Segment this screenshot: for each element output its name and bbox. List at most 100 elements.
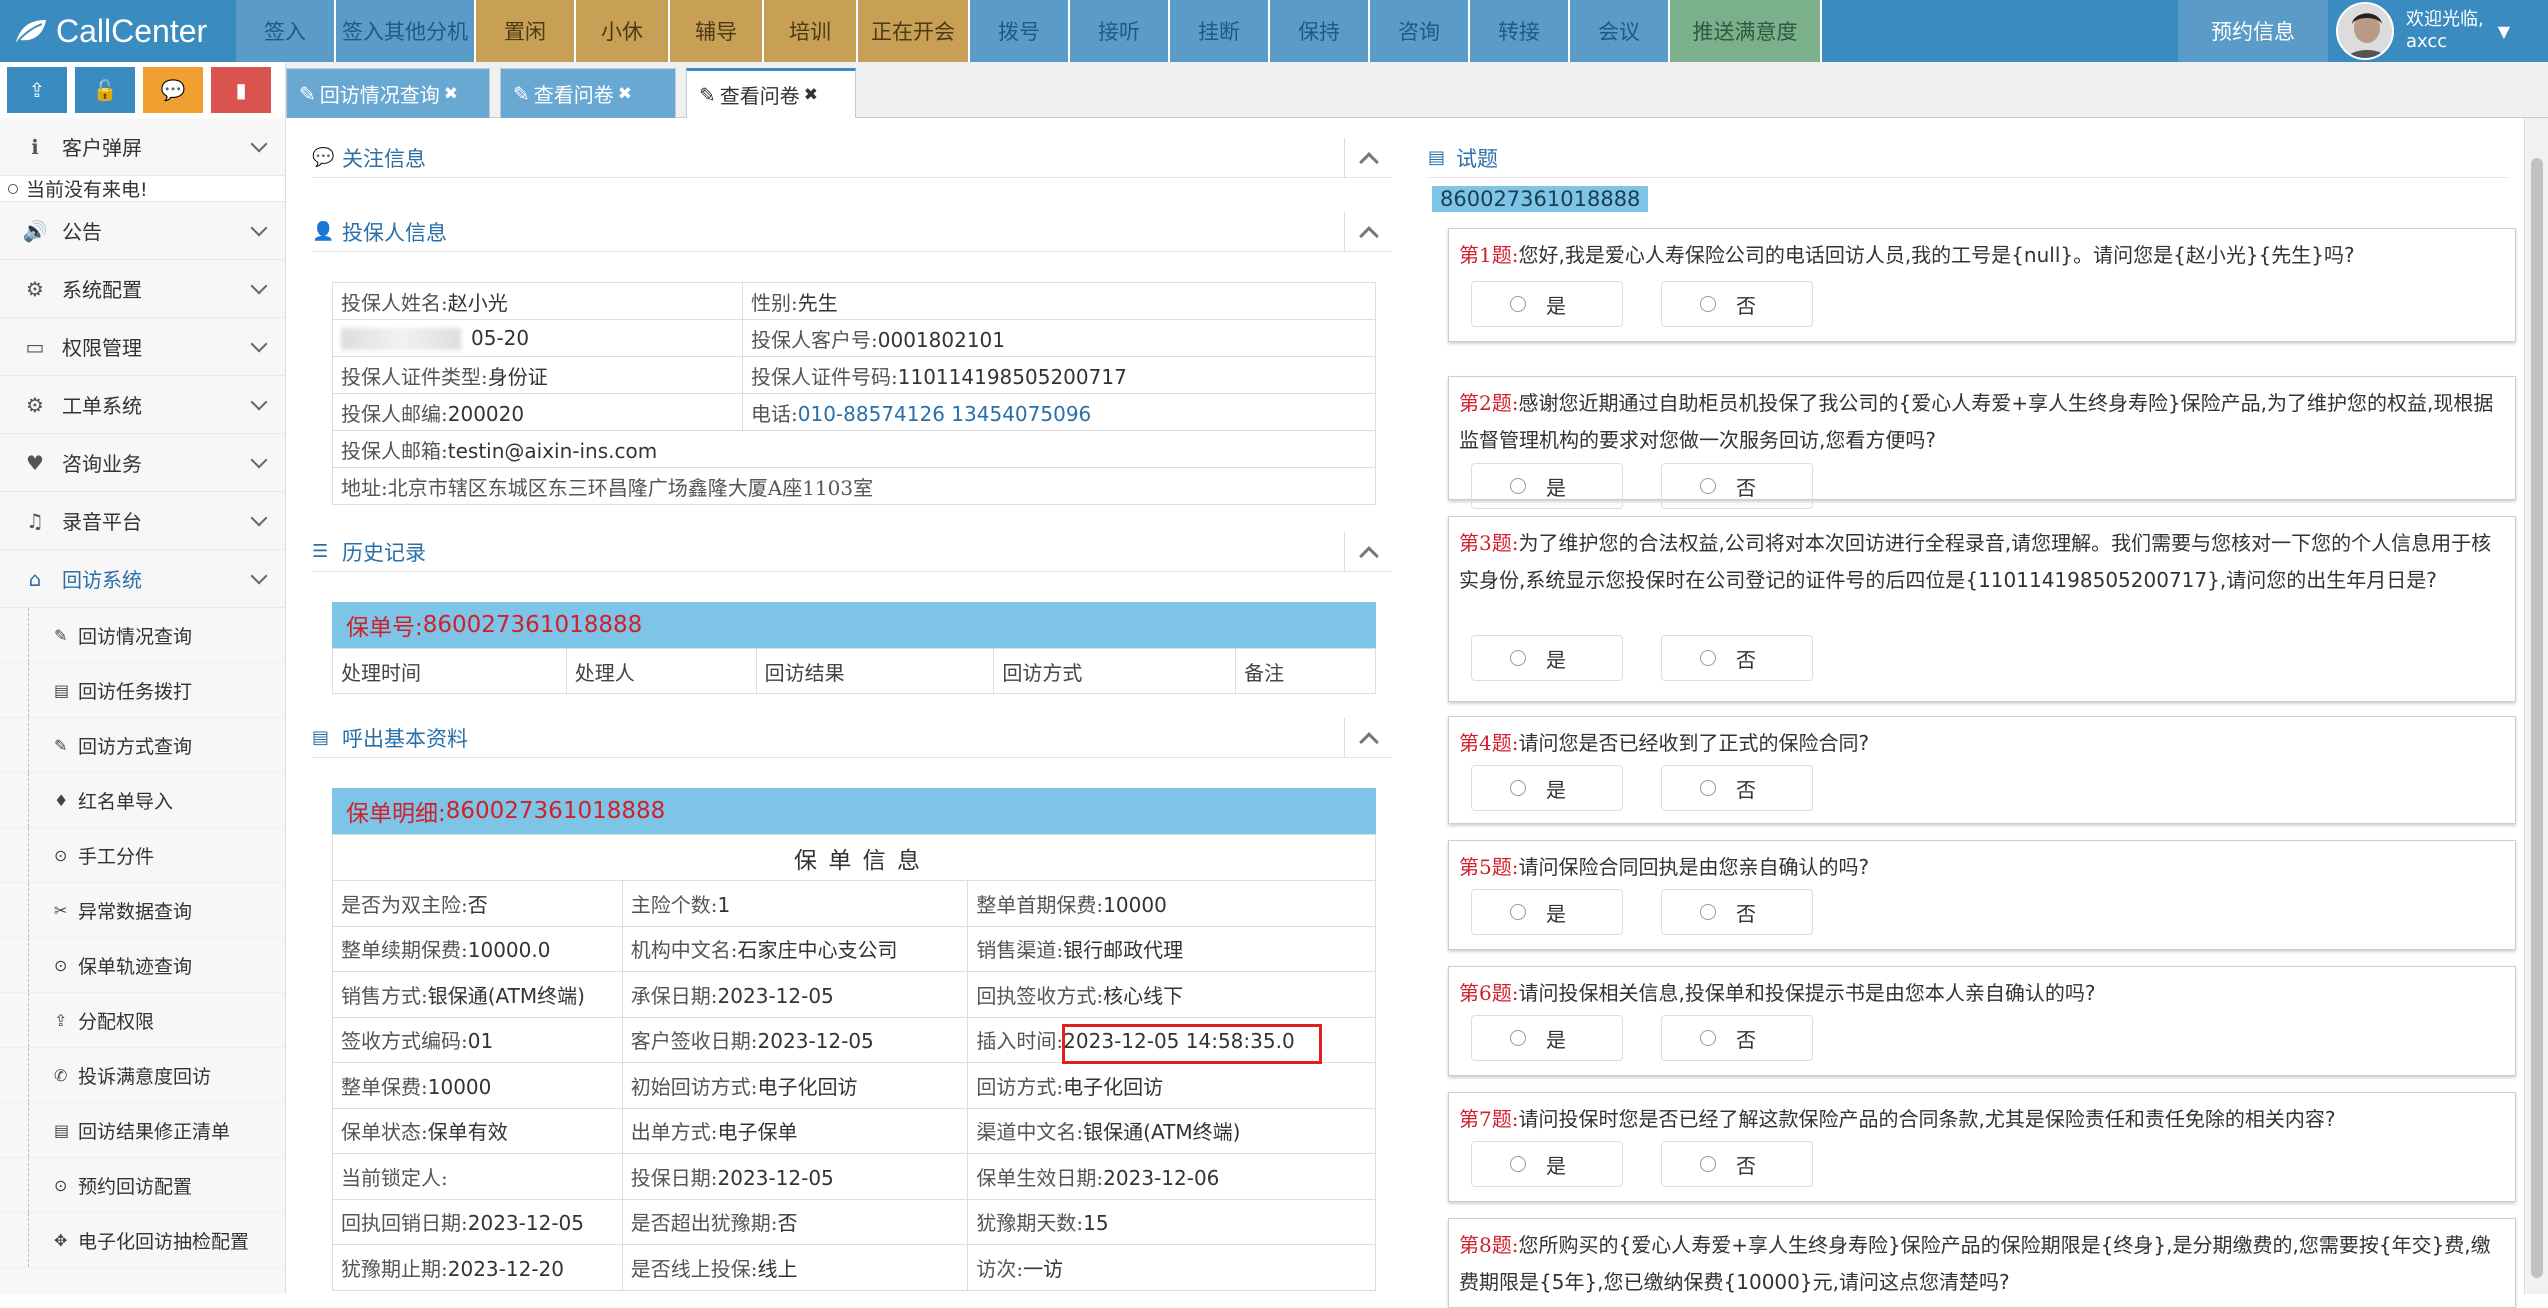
radio-button[interactable] — [1510, 780, 1526, 796]
nav-button[interactable]: 签入 — [236, 0, 336, 62]
close-icon[interactable]: ✖ — [804, 85, 818, 105]
radio-button[interactable] — [1700, 780, 1716, 796]
sidebar-item[interactable]: 🔊 公告 — [0, 202, 285, 260]
radio-button[interactable] — [1510, 1030, 1526, 1046]
sidebar-subitem[interactable]: ✎ 回访情况查询 — [0, 608, 285, 663]
user-menu[interactable]: 欢迎光临, axcc ▼ — [2330, 0, 2548, 62]
answer-option[interactable]: 否 — [1661, 889, 1813, 935]
answer-option[interactable]: 否 — [1661, 463, 1813, 509]
radio-button[interactable] — [1700, 650, 1716, 666]
scrollbar-thumb[interactable] — [2531, 158, 2543, 1278]
close-icon[interactable]: ✖ — [618, 84, 632, 104]
answer-option[interactable]: 是 — [1471, 889, 1623, 935]
nav-button[interactable]: 拨号 — [970, 0, 1070, 62]
caret-down-icon[interactable]: ▼ — [2498, 22, 2510, 41]
nav-button[interactable]: 挂断 — [1170, 0, 1270, 62]
sidebar-item[interactable]: ⚙ 工单系统 — [0, 376, 285, 434]
answer-option[interactable]: 否 — [1661, 765, 1813, 811]
field-value: 200020 — [447, 401, 525, 426]
sidebar-item-popup[interactable]: ℹ 客户弹屏 — [0, 118, 285, 176]
sidebar-subitem[interactable]: ✎ 回访方式查询 — [0, 718, 285, 773]
sidebar-item[interactable]: ♥ 咨询业务 — [0, 434, 285, 492]
radio-button[interactable] — [1510, 478, 1526, 494]
call-section-header[interactable]: ▤ 呼出基本资料 — [312, 718, 1392, 758]
sidebar-menu: 🔊 公告 ⚙ 系统配置 ▭ 权限管理 ⚙ 工单系统 ♥ 咨询业务 ♫ 录音平台 ⌂ 回访系统 — [0, 202, 285, 608]
answer-option[interactable]: 否 — [1661, 281, 1813, 327]
nav-button[interactable]: 保持 — [1270, 0, 1370, 62]
collapse-button[interactable] — [1344, 138, 1392, 178]
option-label: 是 — [1546, 1153, 1566, 1178]
sidebar-subitem[interactable]: ⊙ 预约回访配置 — [0, 1158, 285, 1213]
nav-button[interactable]: 置闲 — [476, 0, 576, 62]
sidebar-item[interactable]: ⌂ 回访系统 — [0, 550, 285, 608]
collapse-button[interactable] — [1344, 212, 1392, 252]
radio-button[interactable] — [1510, 1156, 1526, 1172]
chevron-down-icon — [250, 451, 268, 469]
nav-button[interactable]: 小休 — [576, 0, 670, 62]
field-value: 北京市辖区东城区东三环昌隆广场鑫隆大厦A座1103室 — [387, 475, 874, 500]
sidebar-subitem[interactable]: ⊙ 手工分件 — [0, 828, 285, 883]
nav-button[interactable]: 会议 — [1570, 0, 1670, 62]
sidebar-item[interactable]: ▭ 权限管理 — [0, 318, 285, 376]
radio-button[interactable] — [1510, 296, 1526, 312]
answer-option[interactable]: 是 — [1471, 1141, 1623, 1187]
brand[interactable]: CallCenter — [0, 0, 236, 62]
avatar[interactable] — [2336, 2, 2394, 60]
radio-button[interactable] — [1700, 1030, 1716, 1046]
nav-button[interactable]: 签入其他分机 — [336, 0, 476, 62]
sidebar-submenu: ✎ 回访情况查询 ▤ 回访任务拨打 ✎ 回访方式查询 ♦ 红名单导入 ⊙ 手工分件 ✂ 异常数据查询 ⊙… — [0, 608, 285, 1268]
radio-button[interactable] — [1700, 478, 1716, 494]
field-value[interactable]: 010-88574126 13454075096 — [798, 402, 1092, 426]
sidebar-item[interactable]: ♫ 录音平台 — [0, 492, 285, 550]
answer-option[interactable]: 否 — [1661, 1015, 1813, 1061]
sidebar-subitem[interactable]: ✥ 电子化回访抽检配置 — [0, 1213, 285, 1268]
leaf-logo-icon — [16, 20, 46, 42]
answer-option[interactable]: 是 — [1471, 281, 1623, 327]
tab-2[interactable]: ✎ 查看问卷 ✖ — [500, 68, 676, 118]
sidebar-subitem[interactable]: ♦ 红名单导入 — [0, 773, 285, 828]
history-section-header[interactable]: ☰ 历史记录 — [312, 532, 1392, 572]
book-icon[interactable]: ▮ — [211, 67, 271, 113]
appointment-info-button[interactable]: 预约信息 — [2178, 0, 2328, 62]
page-scrollbar[interactable] — [2524, 118, 2548, 1294]
close-icon[interactable]: ✖ — [444, 84, 458, 104]
sidebar-subitem[interactable]: ✂ 异常数据查询 — [0, 883, 285, 938]
answer-option[interactable]: 是 — [1471, 1015, 1623, 1061]
collapse-button[interactable] — [1344, 532, 1392, 572]
sidebar-item-label: 系统配置 — [62, 278, 142, 302]
holder-section-header[interactable]: 👤 投保人信息 — [312, 212, 1392, 252]
tab-3[interactable]: ✎ 查看问卷 ✖ — [686, 68, 856, 118]
radio-button[interactable] — [1700, 1156, 1716, 1172]
radio-button[interactable] — [1700, 296, 1716, 312]
tab-1[interactable]: ✎ 回访情况查询 ✖ — [286, 68, 490, 118]
answer-option[interactable]: 是 — [1471, 635, 1623, 681]
answer-option[interactable]: 否 — [1661, 635, 1813, 681]
sidebar-subitem[interactable]: ▤ 回访任务拨打 — [0, 663, 285, 718]
sidebar-subitem[interactable]: ✆ 投诉满意度回访 — [0, 1048, 285, 1103]
answer-option[interactable]: 是 — [1471, 463, 1623, 509]
nav-button[interactable]: 正在开会 — [858, 0, 970, 62]
follow-section-header[interactable]: 💬 关注信息 — [312, 138, 1392, 178]
nav-button[interactable]: 推送满意度 — [1670, 0, 1822, 62]
nav-button[interactable]: 咨询 — [1370, 0, 1470, 62]
sidebar-item[interactable]: ⚙ 系统配置 — [0, 260, 285, 318]
policy-number: 860027361018888 — [445, 798, 666, 824]
unlock-icon[interactable]: 🔓 — [75, 67, 135, 113]
collapse-button[interactable] — [1344, 718, 1392, 758]
sidebar-subitem[interactable]: ▤ 回访结果修正清单 — [0, 1103, 285, 1158]
radio-button[interactable] — [1700, 904, 1716, 920]
nav-button[interactable]: 接听 — [1070, 0, 1170, 62]
answer-option[interactable]: 否 — [1661, 1141, 1813, 1187]
external-link-icon[interactable]: ⇪ — [7, 67, 67, 113]
nav-button[interactable]: 辅导 — [670, 0, 764, 62]
nav-button[interactable]: 培训 — [764, 0, 858, 62]
field-value: 电子化回访 — [757, 1074, 858, 1099]
answer-option[interactable]: 是 — [1471, 765, 1623, 811]
radio-button[interactable] — [1510, 904, 1526, 920]
comments-icon[interactable]: 💬 — [143, 67, 203, 113]
chevron-down-icon — [250, 393, 268, 411]
sidebar-subitem[interactable]: ⊙ 保单轨迹查询 — [0, 938, 285, 993]
radio-button[interactable] — [1510, 650, 1526, 666]
nav-button[interactable]: 转接 — [1470, 0, 1570, 62]
sidebar-subitem[interactable]: ⇪ 分配权限 — [0, 993, 285, 1048]
